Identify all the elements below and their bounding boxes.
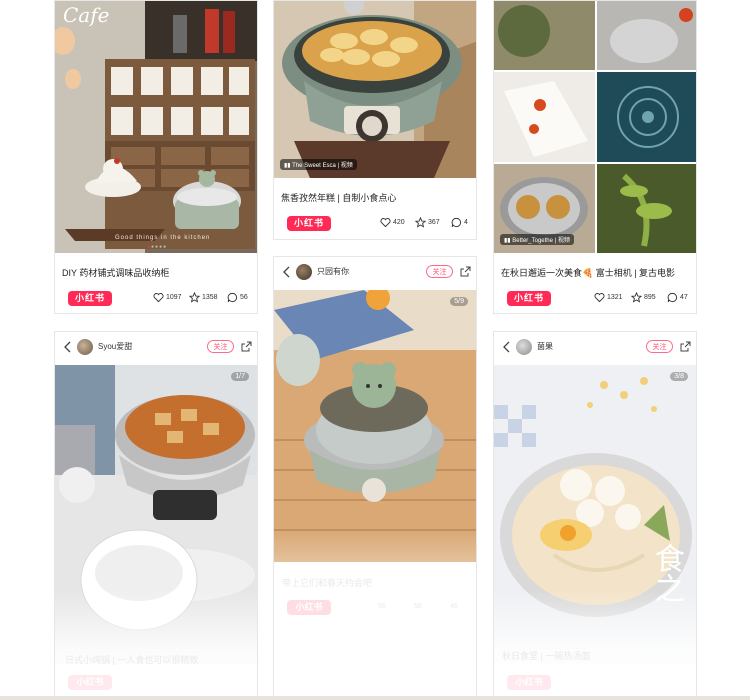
star-icon: [415, 217, 426, 228]
post-caption[interactable]: DIY 药材铺式调味品收纳柜: [62, 266, 169, 279]
heart-icon: [380, 218, 391, 228]
post-card-2[interactable]: ▮▮ The Sweet Esca | 视频 ●●●● 焦香孜然年糕 | 自制小…: [273, 0, 477, 240]
comment-icon: [667, 292, 678, 303]
like-button[interactable]: 1321: [594, 292, 623, 303]
post-photo[interactable]: ▮▮ The Sweet Esca | 视频 ●●●●: [274, 1, 476, 178]
badge-author: The Sweet Esca: [292, 163, 336, 169]
badge-tag: 视频: [340, 163, 353, 169]
collect-count: 367: [428, 219, 440, 226]
photo-subtitle: Good things in the kitchen: [115, 235, 211, 241]
ghost-caption: 带上它们和春天约会吧: [282, 578, 373, 588]
ghost-collect-count: 58: [414, 603, 422, 610]
xiaohongshu-logo: 小红书: [68, 675, 112, 690]
post-photo-drawing: [274, 290, 476, 562]
collect-button[interactable]: 895: [631, 292, 656, 303]
badge-tag: 视频: [557, 238, 570, 244]
collect-count: 1358: [202, 294, 218, 301]
star-icon: [189, 292, 200, 303]
like-count: 1097: [166, 294, 182, 301]
ghost-comment-count: 46: [450, 603, 458, 610]
video-badge: ▮▮ The Sweet Esca | 视频: [280, 159, 357, 170]
xiaohongshu-logo: 小红书: [68, 291, 112, 306]
comment-icon: [451, 217, 462, 228]
avatar[interactable]: [516, 339, 532, 355]
username[interactable]: 只园有你: [317, 266, 349, 277]
comment-count: 4: [464, 219, 468, 226]
chart-bars-icon: ▮▮: [504, 238, 511, 244]
comment-button[interactable]: 47: [667, 292, 688, 303]
back-arrow-icon[interactable]: [282, 266, 292, 278]
post-card-3[interactable]: ▮▮ Better_Togethe | 视频 在秋日邂逅一次美食🍕 富士相机 |…: [493, 0, 697, 314]
post-card-6[interactable]: 菌果 关注 3/8 食之 秋日食堂 | 一碗热汤面 小红书: [493, 331, 697, 700]
star-icon: [631, 292, 642, 303]
xiaohongshu-logo: 小红书: [287, 600, 331, 615]
ghost-like-count: 56: [378, 603, 386, 610]
post-card-5[interactable]: 只园有你 关注 5/9 带上它们和春天约会吧 小红书 56 58 46: [273, 256, 477, 700]
back-arrow-icon[interactable]: [502, 341, 512, 353]
comment-button[interactable]: 4: [451, 217, 468, 228]
comment-button[interactable]: 56: [227, 292, 248, 303]
avatar[interactable]: [77, 339, 93, 355]
post-photo-collage[interactable]: ▮▮ Better_Togethe | 视频: [494, 1, 696, 253]
post-photo-drawing: [55, 1, 257, 253]
like-button[interactable]: 420: [380, 217, 405, 228]
image-pager: 5/9: [450, 297, 468, 306]
fade-overlay: [274, 530, 476, 700]
xiaohongshu-logo: 小红书: [507, 291, 551, 306]
chart-bars-icon: ▮▮: [284, 163, 291, 169]
collect-button[interactable]: 1358: [189, 292, 218, 303]
post-caption[interactable]: 在秋日邂逅一次美食🍕 富士相机 | 复古电影: [501, 266, 675, 279]
share-icon[interactable]: [680, 341, 691, 352]
post-header: Syou爱甜 关注: [55, 332, 257, 362]
follow-button[interactable]: 关注: [646, 340, 673, 353]
collect-button[interactable]: 367: [415, 217, 440, 228]
xiaohongshu-logo: 小红书: [287, 216, 331, 231]
username[interactable]: 菌果: [537, 341, 553, 352]
follow-button[interactable]: 关注: [426, 265, 453, 278]
bottom-edge: [0, 696, 750, 700]
post-card-1[interactable]: Cafe Good things in the kitchen ●●●●● DI…: [54, 0, 258, 314]
post-photo-drawing: [274, 1, 476, 178]
like-count: 420: [393, 219, 405, 226]
post-photo-drawing: [494, 1, 696, 253]
post-photo[interactable]: Cafe Good things in the kitchen ●●●●●: [55, 1, 257, 253]
heart-icon: [153, 293, 164, 303]
photo-script-text: Cafe: [63, 3, 110, 27]
share-icon[interactable]: [241, 341, 252, 352]
post-caption[interactable]: 焦香孜然年糕 | 自制小食点心: [281, 191, 396, 204]
image-pager: 1/7: [231, 372, 249, 381]
ghost-caption: 日式小炖锅 | 一人食也可以很精致: [65, 655, 199, 665]
username[interactable]: Syou爱甜: [98, 341, 132, 352]
collect-count: 895: [644, 294, 656, 301]
comment-icon: [227, 292, 238, 303]
heart-icon: [594, 293, 605, 303]
like-count: 1321: [607, 294, 623, 301]
badge-author: Better_Togethe: [512, 238, 553, 244]
ghost-caption: 秋日食堂 | 一碗热汤面: [502, 651, 591, 661]
post-header: 只园有你 关注: [274, 257, 476, 287]
post-header: 菌果 关注: [494, 332, 696, 362]
xiaohongshu-logo: 小红书: [507, 675, 551, 690]
image-pager: 3/8: [670, 372, 688, 381]
post-photo[interactable]: 5/9: [274, 290, 476, 562]
like-button[interactable]: 1097: [153, 292, 182, 303]
post-card-4[interactable]: Syou爱甜 关注 1/7 日式小炖锅 | 一人食也可以很精致 小红书: [54, 331, 258, 700]
follow-button[interactable]: 关注: [207, 340, 234, 353]
avatar[interactable]: [296, 264, 312, 280]
carousel-dots: ●●●●●: [147, 244, 168, 250]
comment-count: 47: [680, 294, 688, 301]
video-badge: ▮▮ Better_Togethe | 视频: [500, 234, 574, 245]
back-arrow-icon[interactable]: [63, 341, 73, 353]
share-icon[interactable]: [460, 266, 471, 277]
comment-count: 56: [240, 294, 248, 301]
